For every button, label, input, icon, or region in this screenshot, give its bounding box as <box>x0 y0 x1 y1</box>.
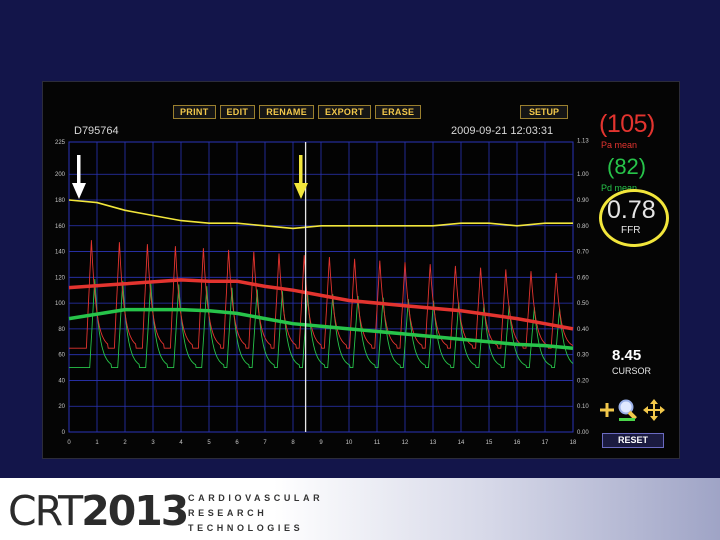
y-left-tick-label: 80 <box>58 327 65 333</box>
tagline: CARDIOVASCULAR RESEARCH TECHNOLOGIES <box>188 491 323 536</box>
y-left-tick-label: 0 <box>62 430 66 436</box>
yellow-arrow-icon <box>294 155 308 199</box>
y-left-tick-label: 60 <box>58 353 65 359</box>
x-tick-label: 8 <box>291 440 295 446</box>
tagline-line-3: TECHNOLOGIES <box>188 523 304 533</box>
x-tick-label: 17 <box>542 440 549 446</box>
x-tick-label: 6 <box>235 440 239 446</box>
edit-button[interactable]: EDIT <box>219 105 256 119</box>
x-tick-label: 10 <box>346 440 353 446</box>
reset-button[interactable]: RESET <box>602 433 664 448</box>
y-left-tick-label: 200 <box>55 172 66 178</box>
y-left-tick-label: 225 <box>55 140 66 146</box>
tagline-line-2: RESEARCH <box>188 508 268 518</box>
ffr-label: FFR <box>621 225 641 236</box>
y-left-tick-label: 160 <box>55 224 66 230</box>
magnifier-icon[interactable] <box>617 398 639 422</box>
x-tick-label: 11 <box>374 440 381 446</box>
cursor-value: 8.45 <box>612 347 642 364</box>
y-left-tick-label: 180 <box>55 198 66 204</box>
x-tick-label: 2 <box>123 440 127 446</box>
record-timestamp: 2009-09-21 12:03:31 <box>451 125 554 137</box>
move-icon[interactable] <box>643 399 665 421</box>
tagline-line-1: CARDIOVASCULAR <box>188 493 324 503</box>
crt-logo: CRT2013 <box>8 486 189 536</box>
pa-mean-label: Pa mean <box>601 140 638 150</box>
y-left-tick-label: 120 <box>55 275 66 281</box>
pd-mean-value: (82) <box>607 154 647 179</box>
x-tick-label: 1 <box>95 440 99 446</box>
x-tick-label: 14 <box>458 440 465 446</box>
x-tick-label: 5 <box>207 440 211 446</box>
white-arrow-icon <box>72 155 86 199</box>
x-tick-label: 9 <box>319 440 323 446</box>
ffr-value: 0.78 <box>607 196 656 224</box>
footer-banner: CRT2013 CARDIOVASCULAR RESEARCH TECHNOLO… <box>0 478 720 540</box>
x-tick-label: 18 <box>570 440 577 446</box>
rename-button[interactable]: RENAME <box>259 105 315 119</box>
cursor-label: CURSOR <box>612 366 652 376</box>
x-tick-label: 7 <box>263 440 267 446</box>
logo-year: 2013 <box>81 487 189 535</box>
plus-icon[interactable] <box>599 402 615 418</box>
readout-panel: (105) Pa mean (82) Pd mean 0.78 FFR 8.45… <box>579 102 679 452</box>
pa-mean-value: (105) <box>599 110 655 138</box>
x-tick-label: 0 <box>67 440 71 446</box>
y-left-tick-label: 40 <box>58 378 65 384</box>
y-left-tick-label: 140 <box>55 250 66 256</box>
record-id: D795764 <box>74 125 119 137</box>
x-tick-label: 12 <box>402 440 409 446</box>
y-left-tick-label: 100 <box>55 301 66 307</box>
x-tick-label: 3 <box>151 440 155 446</box>
setup-button[interactable]: SETUP <box>520 105 569 119</box>
x-tick-label: 16 <box>514 440 521 446</box>
export-button[interactable]: EXPORT <box>318 105 371 119</box>
print-button[interactable]: PRINT <box>173 105 216 119</box>
erase-button[interactable]: ERASE <box>374 105 422 119</box>
logo-crt: CRT <box>8 487 83 535</box>
toolbar: PRINT EDIT RENAME EXPORT ERASE <box>173 105 422 119</box>
x-tick-label: 13 <box>430 440 437 446</box>
zoom-tools <box>599 398 669 422</box>
x-tick-label: 15 <box>486 440 493 446</box>
pressure-wire-screen: 225 200 180 160 140 120 100 80 60 40 20 0 1.13 1.00 0.… <box>42 81 680 459</box>
y-left-tick-label: 20 <box>58 404 65 410</box>
x-tick-label: 4 <box>179 440 183 446</box>
